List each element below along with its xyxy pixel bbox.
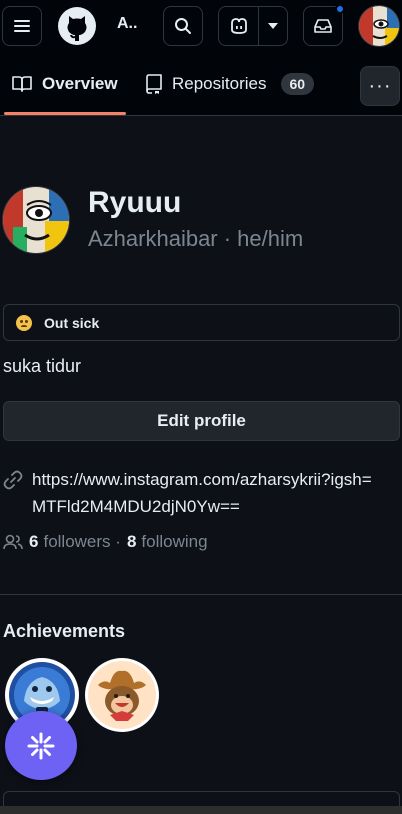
inbox-icon — [314, 19, 332, 33]
top-navigation-bar: A.. — [0, 0, 402, 52]
status-box[interactable]: Out sick — [3, 304, 400, 341]
profile-name: Ryuuu — [88, 186, 182, 219]
edit-profile-button[interactable]: Edit profile — [3, 401, 400, 441]
avatar-art-icon — [359, 6, 399, 46]
profile-tabs: Overview Repositories 60 ··· — [0, 52, 402, 116]
achievements-title: Achievements — [3, 621, 126, 641]
search-icon — [175, 18, 191, 34]
followers-count[interactable]: 6 — [29, 532, 38, 552]
status-text: Out sick — [44, 314, 100, 331]
inbox-button[interactable] — [303, 4, 345, 46]
copilot-button[interactable] — [219, 7, 258, 45]
profile-bio: suka tidur — [3, 356, 82, 376]
menu-button[interactable] — [2, 6, 42, 46]
cowboy-badge-icon — [85, 658, 159, 732]
repo-icon — [146, 74, 162, 94]
search-button[interactable] — [163, 6, 203, 46]
section-divider — [0, 594, 402, 595]
profile-avatar[interactable] — [2, 186, 70, 254]
tab-overview-label: Overview — [42, 74, 118, 93]
more-tabs-button[interactable]: ··· — [360, 66, 400, 106]
kebab-icon: ··· — [368, 74, 392, 97]
hamburger-icon — [14, 20, 30, 32]
profile-website-link[interactable]: https://www.instagram.com/azharsykrii?ig… — [32, 466, 382, 520]
browser-bottom-bar — [0, 806, 402, 814]
tab-repositories-label: Repositories — [172, 74, 267, 93]
edit-profile-label: Edit profile — [157, 411, 246, 430]
copilot-icon — [230, 18, 247, 34]
book-icon — [12, 76, 32, 92]
profile-handle: Azharkhaibar · he/him — [88, 226, 304, 251]
chevron-down-icon — [268, 23, 279, 29]
tab-repositories[interactable]: Repositories 60 — [146, 62, 315, 106]
sick-face-icon — [16, 314, 32, 331]
people-icon — [3, 534, 23, 550]
sparkle-icon — [27, 732, 55, 759]
followers-label[interactable]: followers · — [43, 532, 120, 552]
github-logo-icon[interactable] — [57, 6, 97, 46]
followers-row: 6 followers · 8 following — [3, 532, 208, 552]
context-label[interactable]: A.. — [117, 15, 137, 33]
copilot-button-group — [218, 6, 288, 46]
floating-action-button[interactable] — [5, 711, 77, 780]
copilot-dropdown-button[interactable] — [259, 7, 287, 45]
active-tab-indicator — [4, 112, 126, 115]
tab-overview[interactable]: Overview — [12, 62, 118, 106]
avatar-art-icon — [3, 187, 69, 253]
following-count[interactable]: 8 — [127, 532, 136, 552]
achievement-badge-cowboy[interactable] — [84, 657, 160, 733]
user-avatar[interactable] — [358, 5, 400, 47]
notification-indicator — [335, 4, 345, 14]
following-label[interactable]: following — [141, 532, 207, 552]
repositories-count-badge: 60 — [280, 73, 315, 95]
link-icon — [3, 470, 23, 490]
